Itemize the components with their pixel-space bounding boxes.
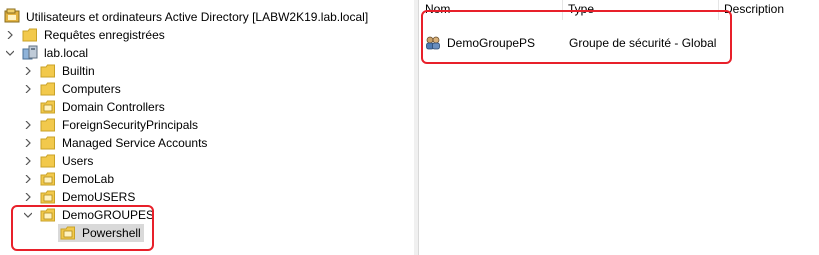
details-list[interactable]: Nom Type Description DemoGroupePS Groupe… [419,0,819,255]
column-header-label: Description [724,2,785,16]
tree-item-label: DemoGROUPES [62,208,155,222]
folder-icon [40,136,55,150]
tree-item-demolab[interactable]: DemoLab [22,170,322,188]
tree-item-builtin[interactable]: Builtin [22,62,322,80]
tree-item-label: ForeignSecurityPrincipals [62,118,199,132]
snapin-icon [4,8,20,23]
chevron-down-icon[interactable] [22,206,34,224]
tree-item-computers[interactable]: Computers [22,80,322,98]
folder-icon [40,118,55,132]
security-group-icon [426,36,440,50]
chevron-right-icon[interactable] [22,188,34,206]
tree-item-label: Domain Controllers [62,100,165,114]
tree-item-label: DemoUSERS [62,190,136,204]
chevron-right-icon[interactable] [22,170,34,188]
tree-item-powershell[interactable]: Powershell [58,224,144,242]
column-header-type[interactable]: Type [562,0,719,20]
ou-folder-icon [40,100,55,114]
tree-item-label: lab.local [44,46,89,60]
tree-item-label: Builtin [62,64,95,78]
tree-item-lab-local[interactable]: lab.local [4,44,304,62]
column-header-row: Nom Type Description [419,0,819,22]
tree-item-label: DemoLab [62,172,115,186]
console-tree[interactable]: Utilisateurs et ordinateurs Active Direc… [0,0,415,255]
list-item-type: Groupe de sécurité - Global [569,36,717,50]
column-header-name[interactable]: Nom [419,0,563,20]
tree-item-demogroupes[interactable]: DemoGROUPES [22,206,322,224]
column-header-label: Type [568,2,595,16]
folder-icon [40,64,55,78]
tree-item-label: Users [62,154,94,168]
tree-item-foreign-security-principals[interactable]: ForeignSecurityPrincipals [22,116,322,134]
ou-folder-icon [40,208,55,222]
list-item[interactable]: DemoGroupePS Groupe de sécurité - Global [423,34,723,52]
folder-icon [40,82,55,96]
ou-folder-icon [40,172,55,186]
tree-item-label: Managed Service Accounts [62,136,208,150]
chevron-right-icon[interactable] [22,80,34,98]
column-header-label: Nom [425,2,451,16]
tree-root-label: Utilisateurs et ordinateurs Active Direc… [26,10,369,24]
chevron-right-icon[interactable] [22,134,34,152]
column-header-description[interactable]: Description [718,0,819,20]
tree-item-label: Requêtes enregistrées [44,28,165,42]
ou-folder-icon [40,190,55,204]
tree-item-users[interactable]: Users [22,152,322,170]
tree-item-domain-controllers[interactable]: Domain Controllers [22,98,322,116]
domain-icon [22,45,38,60]
tree-item-label: Powershell [82,226,141,240]
tree-item-managed-service-accounts[interactable]: Managed Service Accounts [22,134,322,152]
list-item-name: DemoGroupePS [447,36,536,50]
chevron-right-icon[interactable] [22,152,34,170]
tree-item-label: Computers [62,82,121,96]
folder-icon [22,28,37,42]
chevron-right-icon[interactable] [4,26,16,44]
chevron-right-icon[interactable] [22,116,34,134]
ou-folder-icon [60,226,75,240]
folder-icon [40,154,55,168]
chevron-down-icon[interactable] [4,44,16,62]
chevron-right-icon[interactable] [22,62,34,80]
tree-item-saved-queries[interactable]: Requêtes enregistrées [4,26,304,44]
tree-item-demousers[interactable]: DemoUSERS [22,188,322,206]
